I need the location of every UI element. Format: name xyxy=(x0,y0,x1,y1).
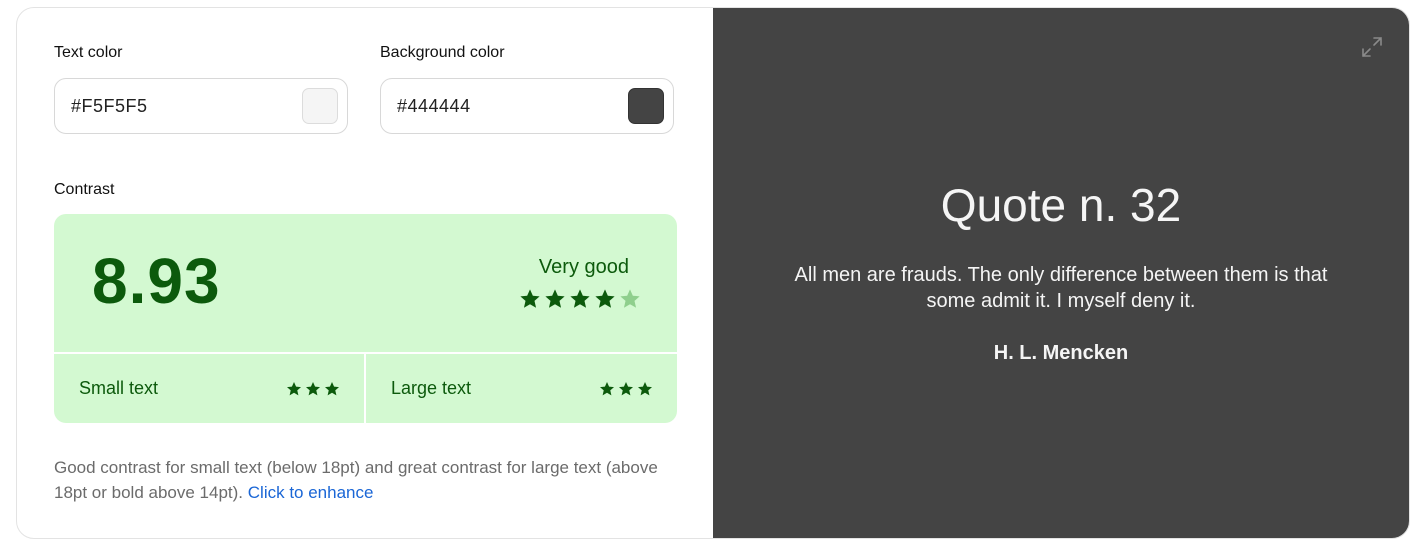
background-color-label: Background color xyxy=(380,44,505,61)
quote-text: All men are frauds. The only difference … xyxy=(794,264,1328,312)
background-color-swatch[interactable] xyxy=(628,88,664,124)
small-text-stars xyxy=(286,381,340,402)
star-icon xyxy=(519,288,541,315)
enhance-link[interactable]: Click to enhance xyxy=(248,483,374,502)
quote-title: Quote n. 32 xyxy=(940,179,1182,231)
small-text-label: Small text xyxy=(79,378,159,398)
contrast-score-panel: 8.93 Very good xyxy=(54,214,677,352)
contrast-checker-card: Text color #F5F5F5 Background color #444… xyxy=(16,7,1410,539)
large-text-rating: Large text xyxy=(366,354,677,423)
background-color-value[interactable]: #444444 xyxy=(397,96,471,117)
quote-author: H. L. Mencken xyxy=(993,342,1129,364)
controls-panel: Text color #F5F5F5 Background color #444… xyxy=(17,8,713,538)
small-text-rating: Small text xyxy=(54,354,364,423)
contrast-rating: Very good xyxy=(538,256,629,278)
star-icon xyxy=(618,381,634,402)
expand-icon[interactable] xyxy=(1360,35,1384,59)
star-empty-icon xyxy=(619,288,641,315)
star-icon xyxy=(286,381,302,402)
text-color-input[interactable]: #F5F5F5 xyxy=(54,78,348,134)
background-color-input[interactable]: #444444 xyxy=(380,78,674,134)
star-icon xyxy=(569,288,591,315)
star-icon xyxy=(544,288,566,315)
star-icon xyxy=(637,381,653,402)
text-color-swatch[interactable] xyxy=(302,88,338,124)
large-text-label: Large text xyxy=(391,378,472,398)
large-text-stars xyxy=(599,381,653,402)
contrast-result: 8.93 Very good Small text Large text xyxy=(54,214,677,423)
contrast-label: Contrast xyxy=(54,181,115,198)
star-icon xyxy=(594,288,616,315)
star-icon xyxy=(324,381,340,402)
star-icon xyxy=(305,381,321,402)
contrast-note: Good contrast for small text (below 18pt… xyxy=(54,455,684,505)
rating-stars xyxy=(519,288,641,315)
text-color-value[interactable]: #F5F5F5 xyxy=(71,96,148,117)
preview-panel: Quote n. 32 All men are frauds. The only… xyxy=(713,8,1409,538)
text-color-label: Text color xyxy=(54,44,123,61)
contrast-ratio: 8.93 xyxy=(92,245,221,317)
star-icon xyxy=(599,381,615,402)
